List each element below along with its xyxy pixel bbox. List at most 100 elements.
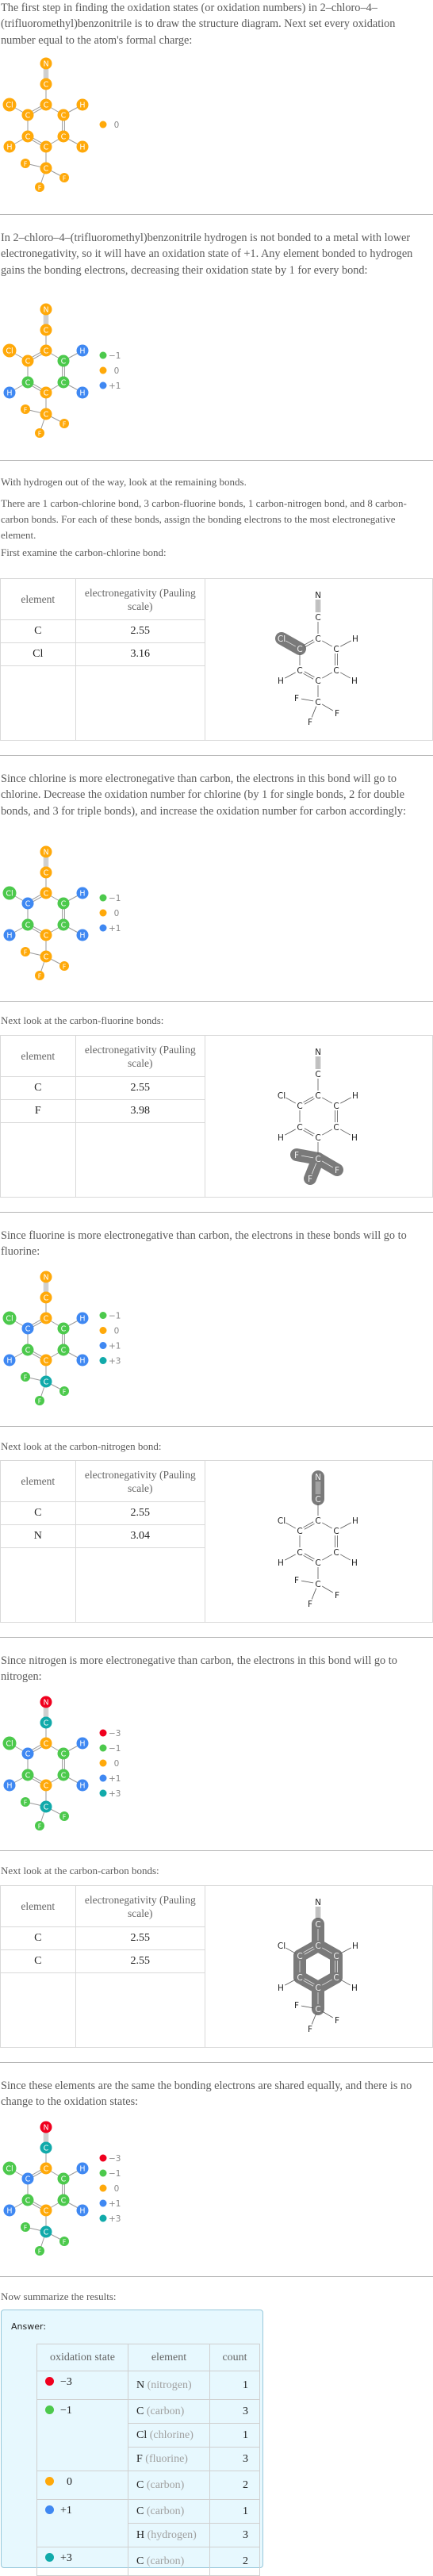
bond-line xyxy=(322,672,332,679)
atom-label: F xyxy=(24,1800,28,1807)
element-symbol: Cl xyxy=(136,2428,148,2441)
legend-label: −3 xyxy=(109,1729,121,1738)
atom-label: Cl xyxy=(6,102,13,110)
atom-label: C xyxy=(333,1952,339,1961)
legend-label: +3 xyxy=(109,1789,121,1799)
atom-label: F xyxy=(24,407,28,414)
atom-label: H xyxy=(6,389,12,398)
atom-label: C xyxy=(44,144,49,152)
atom-label: C xyxy=(315,698,320,707)
bond-line xyxy=(340,1947,351,1954)
atom-label: N xyxy=(43,2124,48,2133)
value-cell: 2.55 xyxy=(75,1926,205,1950)
atom-label: C xyxy=(25,2175,31,2184)
f-intro: Next look at the carbon-fluorine bonds: xyxy=(1,1014,164,1026)
molecule-diagram-carbon: N C C Cl C C H C C C H H C F F F −3 −1 0 +1 +3 xyxy=(2,2121,121,2256)
legend-label: +1 xyxy=(109,2199,121,2209)
atom-label: H xyxy=(278,1558,284,1568)
atom-label: C xyxy=(44,389,49,398)
atom-label: F xyxy=(63,964,67,971)
atom-label: C xyxy=(61,1325,67,1334)
atom-label: C xyxy=(315,1558,320,1568)
atom-label: C xyxy=(315,1133,320,1143)
atom-label: C xyxy=(61,2197,67,2206)
atom-label: F xyxy=(38,1823,42,1830)
atom-label: F xyxy=(24,949,28,956)
atom-label: N xyxy=(315,1048,321,1057)
atom-label: C xyxy=(61,133,67,142)
structure-highlight-c-n: N C C Cl C C H C C C H H C F F F xyxy=(278,1470,358,1609)
atom-label: C xyxy=(44,1378,49,1387)
atom-label: F xyxy=(63,175,67,182)
element-cell: F (fluorine) xyxy=(128,2447,210,2471)
bond-line xyxy=(340,672,351,679)
atom-label: N xyxy=(315,591,321,600)
atom-label: F xyxy=(38,185,42,192)
summary-intro: Now summarize the results: xyxy=(1,2290,117,2302)
atom-label: F xyxy=(24,1374,28,1382)
bond-line xyxy=(311,706,317,718)
atom-label: F xyxy=(335,709,339,719)
atom-label: H xyxy=(351,1984,358,1993)
atom-label: F xyxy=(38,2248,42,2256)
bond-line xyxy=(285,1129,296,1136)
atom-label: C xyxy=(315,1920,320,1930)
legend-dot-icon xyxy=(99,1327,107,1334)
atom-label: C xyxy=(315,1155,320,1164)
element-cell: C (carbon) xyxy=(128,2499,210,2524)
answer-row: 0C (carbon) 2 xyxy=(36,2471,260,2500)
legend-dot-icon xyxy=(99,894,107,902)
header-element: element xyxy=(0,1885,76,1927)
section-divider xyxy=(0,1212,433,1213)
atom-label: H xyxy=(351,1558,358,1568)
legend-dot-icon xyxy=(99,1759,107,1767)
bond-line xyxy=(285,1947,296,1954)
bond-line xyxy=(303,1129,314,1137)
molecule-diagram-nitrogen: N C C Cl C C H C C C H H C F F F −3 −1 0 +1 +3 xyxy=(2,1696,121,1830)
legend-dot-icon xyxy=(99,2169,107,2177)
bond-line xyxy=(340,1979,351,1986)
element-name: (carbon) xyxy=(146,2478,185,2491)
count-cell: 3 xyxy=(209,2399,260,2424)
atom-label: F xyxy=(63,1814,67,1821)
value-cell: 3.16 xyxy=(75,642,205,666)
atom-label: F xyxy=(63,421,67,428)
atom-label: F xyxy=(308,2025,312,2034)
atom-label: F xyxy=(335,1591,339,1600)
c-intro: Next look at the carbon-carbon bonds: xyxy=(1,1865,159,1876)
answer-row: −1 C (carbon) 3 xyxy=(36,2399,260,2471)
atom-label: C xyxy=(315,1580,320,1589)
element-cell: C (carbon) xyxy=(128,2471,210,2500)
empty-cell xyxy=(0,665,76,741)
atom-label: C xyxy=(297,1102,302,1111)
carbon-text: Since these elements are the same the bo… xyxy=(1,2080,412,2109)
element-symbol: F xyxy=(136,2452,143,2465)
bond-line xyxy=(303,639,314,646)
legend-dot-icon xyxy=(99,1774,107,1782)
empty-cell xyxy=(75,665,205,741)
atom-label: C xyxy=(315,1942,320,1951)
atom-label: H xyxy=(79,1782,85,1791)
atom-label: Cl xyxy=(278,1942,285,1951)
atom-label: N xyxy=(315,1473,321,1482)
atom-label: N xyxy=(43,1699,48,1708)
legend-dot-icon xyxy=(99,1312,107,1319)
atom-label: C xyxy=(315,634,320,644)
atom-label: H xyxy=(352,1942,358,1951)
atom-label: H xyxy=(278,1984,284,1993)
oxidation-state-value: −3 xyxy=(60,2376,72,2388)
empty-cell xyxy=(0,1547,76,1623)
element-symbol: H xyxy=(136,2528,145,2541)
count-cell: 3 xyxy=(209,2523,260,2547)
legend-label: 0 xyxy=(109,909,119,918)
value-cell: 3.98 xyxy=(75,1099,205,1123)
bond-line xyxy=(321,1585,334,1593)
atom-label: H xyxy=(79,347,85,356)
atom-label: F xyxy=(63,2239,67,2246)
atom-label: F xyxy=(308,1600,312,1609)
oxidation-state-value: +3 xyxy=(60,2552,72,2564)
bond-line xyxy=(304,1523,315,1530)
section-divider xyxy=(0,214,433,215)
atom-label: C xyxy=(25,1772,31,1781)
element-cell: N xyxy=(0,1524,76,1548)
